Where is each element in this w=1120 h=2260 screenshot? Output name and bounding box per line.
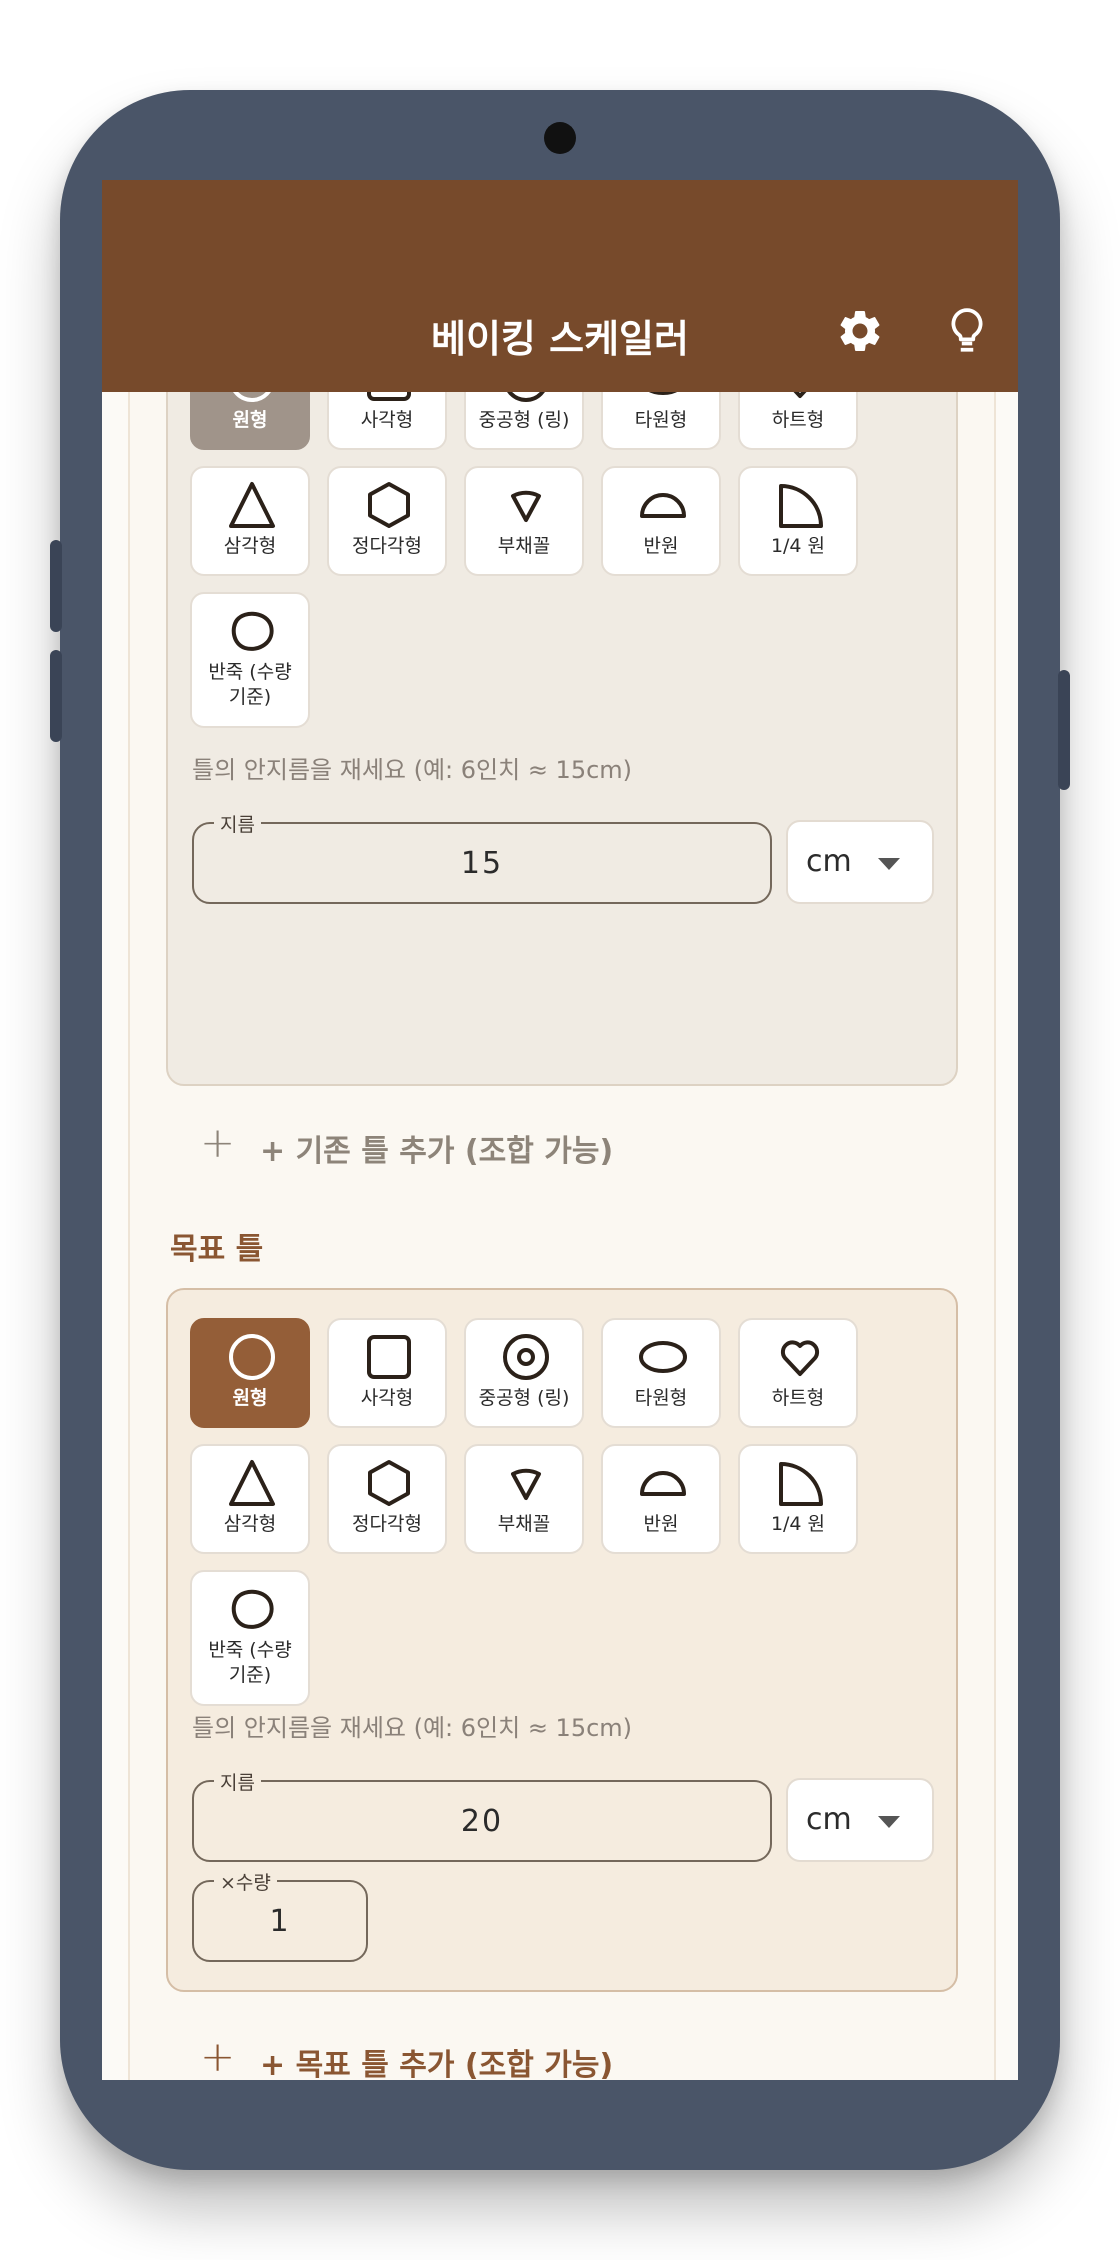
hexagon-icon — [368, 1460, 410, 1506]
base-diameter-label: 지름 — [214, 810, 261, 837]
target-shape-polygon[interactable]: 정다각형 — [327, 1444, 447, 1554]
shape-label: 사각형 — [360, 1387, 414, 1409]
plus-icon: + — [200, 1118, 236, 1167]
add-target-pan-label: + 목표 틀 추가 (조합 가능) — [260, 2048, 614, 2080]
chevron-down-icon — [878, 858, 900, 870]
base-pan-card: 원형 사각형 중공형 (링) 타원형 하트형삼각형 정다각형 부채꼴 반원 1/4 원반죽 (수… — [166, 330, 958, 1086]
base-shape-triangle[interactable]: 삼각형 — [190, 466, 310, 576]
phone-frame: 원형 사각형 중공형 (링) 타원형 하트형 삼각형 정다각형 부채꼴 반원 1/4 원 반죽 (수… — [50, 90, 1070, 2170]
circle-icon — [229, 1334, 275, 1380]
target-quantity-field[interactable]: ×수량 1 — [192, 1868, 368, 1962]
hexagon-icon — [368, 482, 410, 528]
heart-icon — [780, 1340, 820, 1376]
volume-down-button — [50, 650, 62, 742]
sector-icon — [511, 1468, 541, 1500]
front-camera — [544, 122, 576, 154]
main-content: 원형 사각형 중공형 (링) 타원형 하트형 삼각형 정다각형 부채꼴 반원 1/4 원 반죽 (수… — [128, 180, 996, 2080]
shape-label: 부채꼴 — [497, 535, 551, 557]
shape-label: 정다각형 — [352, 535, 422, 557]
dough-icon — [231, 611, 274, 651]
shape-label: 정다각형 — [352, 1513, 422, 1535]
shape-label: 타원형 — [634, 409, 688, 431]
triangle-icon — [229, 1460, 275, 1506]
target-shape-oval[interactable]: 타원형 — [601, 1318, 721, 1428]
target-unit-select[interactable]: cm — [786, 1778, 934, 1862]
target-shape-ring[interactable]: 중공형 (링) — [464, 1318, 584, 1428]
target-diameter-label: 지름 — [214, 1768, 261, 1795]
app-screen: 원형 사각형 중공형 (링) 타원형 하트형 삼각형 정다각형 부채꼴 반원 1/4 원 반죽 (수… — [102, 180, 1018, 2080]
gear-icon[interactable] — [835, 306, 885, 356]
power-button — [1058, 670, 1070, 790]
base-diameter-value: 15 — [460, 846, 504, 881]
shape-label: 원형 — [232, 409, 268, 431]
add-base-pan-label: + 기존 틀 추가 (조합 가능) — [260, 1134, 614, 1169]
chevron-down-icon — [878, 1816, 900, 1828]
target-shape-heart[interactable]: 하트형 — [738, 1318, 858, 1428]
shape-label: 반죽 (수량 기준) — [208, 1639, 292, 1686]
target-diameter-field[interactable]: 지름 20 — [192, 1768, 772, 1862]
base-shape-sector[interactable]: 부채꼴 — [464, 466, 584, 576]
sector-icon — [511, 490, 541, 522]
target-shape-quarter-circle[interactable]: 1/4 원 — [738, 1444, 858, 1554]
base-shape-polygon[interactable]: 정다각형 — [327, 466, 447, 576]
target-shape-dough[interactable]: 반죽 (수량 기준) — [190, 1570, 310, 1706]
app-bar: 베이킹 스케일러 — [102, 180, 1018, 392]
base-shape-semicircle[interactable]: 반원 — [601, 466, 721, 576]
target-quantity-value: 1 — [269, 1904, 291, 1939]
ellipse-icon — [639, 1341, 687, 1373]
shape-label: 하트형 — [771, 1387, 825, 1409]
add-base-pan-button[interactable]: + + 기존 틀 추가 (조합 가능) — [130, 1104, 994, 1184]
quarter-circle-icon — [779, 1462, 823, 1506]
base-shape-dough[interactable]: 반죽 (수량 기준) — [190, 592, 310, 728]
volume-up-button — [50, 540, 62, 632]
shape-label: 1/4 원 — [770, 1513, 826, 1535]
base-diameter-field[interactable]: 지름 15 — [192, 810, 772, 904]
target-unit-value: cm — [806, 1802, 852, 1837]
lightbulb-icon[interactable] — [942, 306, 992, 356]
target-shape-circle[interactable]: 원형 — [190, 1318, 310, 1428]
shape-label: 삼각형 — [223, 535, 277, 557]
target-section-title: 목표 틀 — [170, 1232, 264, 1267]
shape-label: 부채꼴 — [497, 1513, 551, 1535]
quarter-circle-icon — [779, 484, 823, 528]
semicircle-icon — [640, 1471, 686, 1496]
shape-label: 반죽 (수량 기준) — [208, 661, 292, 708]
square-icon — [367, 1335, 411, 1379]
target-shape-sector[interactable]: 부채꼴 — [464, 1444, 584, 1554]
shape-label: 반원 — [643, 535, 679, 557]
shape-label: 중공형 (링) — [478, 409, 570, 431]
shape-label: 1/4 원 — [770, 535, 826, 557]
base-unit-select[interactable]: cm — [786, 820, 934, 904]
shape-label: 반원 — [643, 1513, 679, 1535]
ring-icon — [503, 1334, 549, 1380]
target-shape-square[interactable]: 사각형 — [327, 1318, 447, 1428]
shape-label: 타원형 — [634, 1387, 688, 1409]
dough-icon — [231, 1589, 274, 1629]
shape-label: 중공형 (링) — [478, 1387, 570, 1409]
add-target-pan-button[interactable]: + + 목표 틀 추가 (조합 가능) — [130, 2018, 994, 2080]
base-shape-quarter-circle[interactable]: 1/4 원 — [738, 466, 858, 576]
target-quantity-label: ×수량 — [214, 1868, 277, 1895]
plus-icon: + — [200, 2032, 236, 2080]
shape-label: 삼각형 — [223, 1513, 277, 1535]
target-diameter-value: 20 — [460, 1804, 504, 1839]
base-unit-value: cm — [806, 844, 852, 879]
semicircle-icon — [640, 493, 686, 518]
target-shape-triangle[interactable]: 삼각형 — [190, 1444, 310, 1554]
base-hint: 틀의 안지름을 재세요 (예: 6인치 ≈ 15cm) — [192, 756, 633, 784]
target-shape-semicircle[interactable]: 반원 — [601, 1444, 721, 1554]
shape-label: 사각형 — [360, 409, 414, 431]
target-hint: 틀의 안지름을 재세요 (예: 6인치 ≈ 15cm) — [192, 1714, 633, 1742]
shape-label: 하트형 — [771, 409, 825, 431]
target-pan-card: 원형 사각형 중공형 (링) 타원형 하트형삼각형 정다각형 부채꼴 반원 1/4 원반죽 (수… — [166, 1288, 958, 1992]
shape-label: 원형 — [232, 1387, 268, 1409]
triangle-icon — [229, 482, 275, 528]
